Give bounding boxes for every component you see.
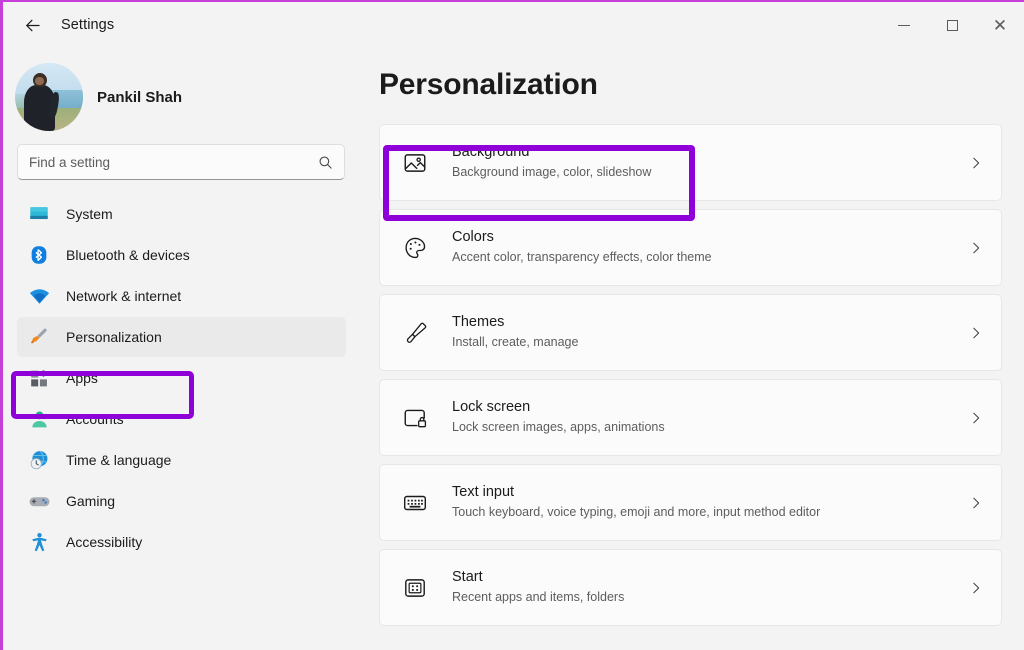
- close-button[interactable]: ✕: [976, 2, 1024, 48]
- card-title: Start: [452, 569, 483, 585]
- sidebar-item-accounts[interactable]: Accounts: [17, 399, 346, 439]
- settings-window: Settings ✕ Pankil Shah: [0, 0, 1024, 650]
- card-title: Background: [452, 144, 529, 160]
- monitor-icon: [26, 201, 52, 227]
- sidebar-item-label: Apps: [66, 370, 98, 386]
- sidebar-item-personalization[interactable]: Personalization: [17, 317, 346, 357]
- card-text: Background Background image, color, slid…: [452, 143, 969, 181]
- wifi-icon: [26, 283, 52, 309]
- card-themes[interactable]: Themes Install, create, manage: [379, 294, 1002, 371]
- start-icon: [400, 573, 430, 603]
- page-title: Personalization: [379, 68, 1024, 102]
- image-icon: [400, 148, 430, 178]
- card-subtitle: Accent color, transparency effects, colo…: [452, 250, 712, 264]
- sidebar-item-label: Accessibility: [66, 534, 142, 550]
- search-box[interactable]: [17, 144, 345, 180]
- sidebar-item-label: System: [66, 206, 113, 222]
- card-subtitle: Background image, color, slideshow: [452, 165, 651, 179]
- card-subtitle: Touch keyboard, voice typing, emoji and …: [452, 505, 820, 519]
- person-icon: [26, 406, 52, 432]
- card-colors[interactable]: Colors Accent color, transparency effect…: [379, 209, 1002, 286]
- clock-globe-icon: [26, 447, 52, 473]
- chevron-right-icon: [969, 326, 983, 340]
- sidebar-item-bluetooth-devices[interactable]: Bluetooth & devices: [17, 235, 346, 275]
- main-content: Personalization Background Background im…: [363, 48, 1024, 650]
- card-text-input[interactable]: Text input Touch keyboard, voice typing,…: [379, 464, 1002, 541]
- card-start[interactable]: Start Recent apps and items, folders: [379, 549, 1002, 626]
- arrow-left-icon: [21, 16, 40, 35]
- bluetooth-icon: [26, 242, 52, 268]
- chevron-right-icon: [969, 581, 983, 595]
- lock-icon: [400, 403, 430, 433]
- sidebar-item-label: Bluetooth & devices: [66, 247, 190, 263]
- sidebar-item-label: Gaming: [66, 493, 115, 509]
- sidebar-item-label: Time & language: [66, 452, 171, 468]
- sidebar: Pankil Shah System: [3, 48, 363, 650]
- minimize-icon: [898, 25, 910, 26]
- chevron-right-icon: [969, 241, 983, 255]
- sidebar-item-label: Accounts: [66, 411, 124, 427]
- paintbrush-icon: [26, 324, 52, 350]
- sidebar-nav: System Bluetooth & devices: [3, 194, 363, 562]
- card-text: Themes Install, create, manage: [452, 313, 969, 351]
- settings-card-list: Background Background image, color, slid…: [363, 124, 1024, 626]
- sidebar-item-label: Network & internet: [66, 288, 181, 304]
- card-lock-screen[interactable]: Lock screen Lock screen images, apps, an…: [379, 379, 1002, 456]
- card-title: Themes: [452, 314, 504, 330]
- card-title: Text input: [452, 484, 514, 500]
- chevron-right-icon: [969, 496, 983, 510]
- close-icon: ✕: [993, 17, 1007, 34]
- card-text: Colors Accent color, transparency effect…: [452, 228, 969, 266]
- chevron-right-icon: [969, 411, 983, 425]
- keyboard-icon: [400, 488, 430, 518]
- window-title: Settings: [61, 17, 114, 33]
- maximize-button[interactable]: [928, 2, 976, 48]
- user-profile[interactable]: Pankil Shah: [3, 48, 363, 132]
- accessibility-icon: [26, 529, 52, 555]
- palette-icon: [400, 233, 430, 263]
- card-subtitle: Install, create, manage: [452, 335, 578, 349]
- gamepad-icon: [26, 488, 52, 514]
- card-text: Text input Touch keyboard, voice typing,…: [452, 483, 969, 521]
- sidebar-item-apps[interactable]: Apps: [17, 358, 346, 398]
- sidebar-item-time-language[interactable]: Time & language: [17, 440, 346, 480]
- window-controls: ✕: [880, 2, 1024, 48]
- card-title: Colors: [452, 229, 494, 245]
- card-text: Start Recent apps and items, folders: [452, 568, 969, 606]
- card-title: Lock screen: [452, 399, 530, 415]
- sidebar-item-network-internet[interactable]: Network & internet: [17, 276, 346, 316]
- card-text: Lock screen Lock screen images, apps, an…: [452, 398, 969, 436]
- brush-icon: [400, 318, 430, 348]
- card-subtitle: Lock screen images, apps, animations: [452, 420, 665, 434]
- apps-icon: [26, 365, 52, 391]
- card-background[interactable]: Background Background image, color, slid…: [379, 124, 1002, 201]
- profile-name: Pankil Shah: [97, 89, 182, 106]
- sidebar-item-label: Personalization: [66, 329, 162, 345]
- search-input[interactable]: [29, 155, 318, 170]
- card-subtitle: Recent apps and items, folders: [452, 590, 624, 604]
- maximize-icon: [947, 20, 958, 31]
- chevron-right-icon: [969, 156, 983, 170]
- search-icon: [318, 155, 333, 170]
- avatar: [15, 63, 83, 131]
- back-button[interactable]: [13, 8, 47, 42]
- title-bar: Settings ✕: [3, 2, 1024, 48]
- minimize-button[interactable]: [880, 2, 928, 48]
- sidebar-item-system[interactable]: System: [17, 194, 346, 234]
- sidebar-item-accessibility[interactable]: Accessibility: [17, 522, 346, 562]
- sidebar-item-gaming[interactable]: Gaming: [17, 481, 346, 521]
